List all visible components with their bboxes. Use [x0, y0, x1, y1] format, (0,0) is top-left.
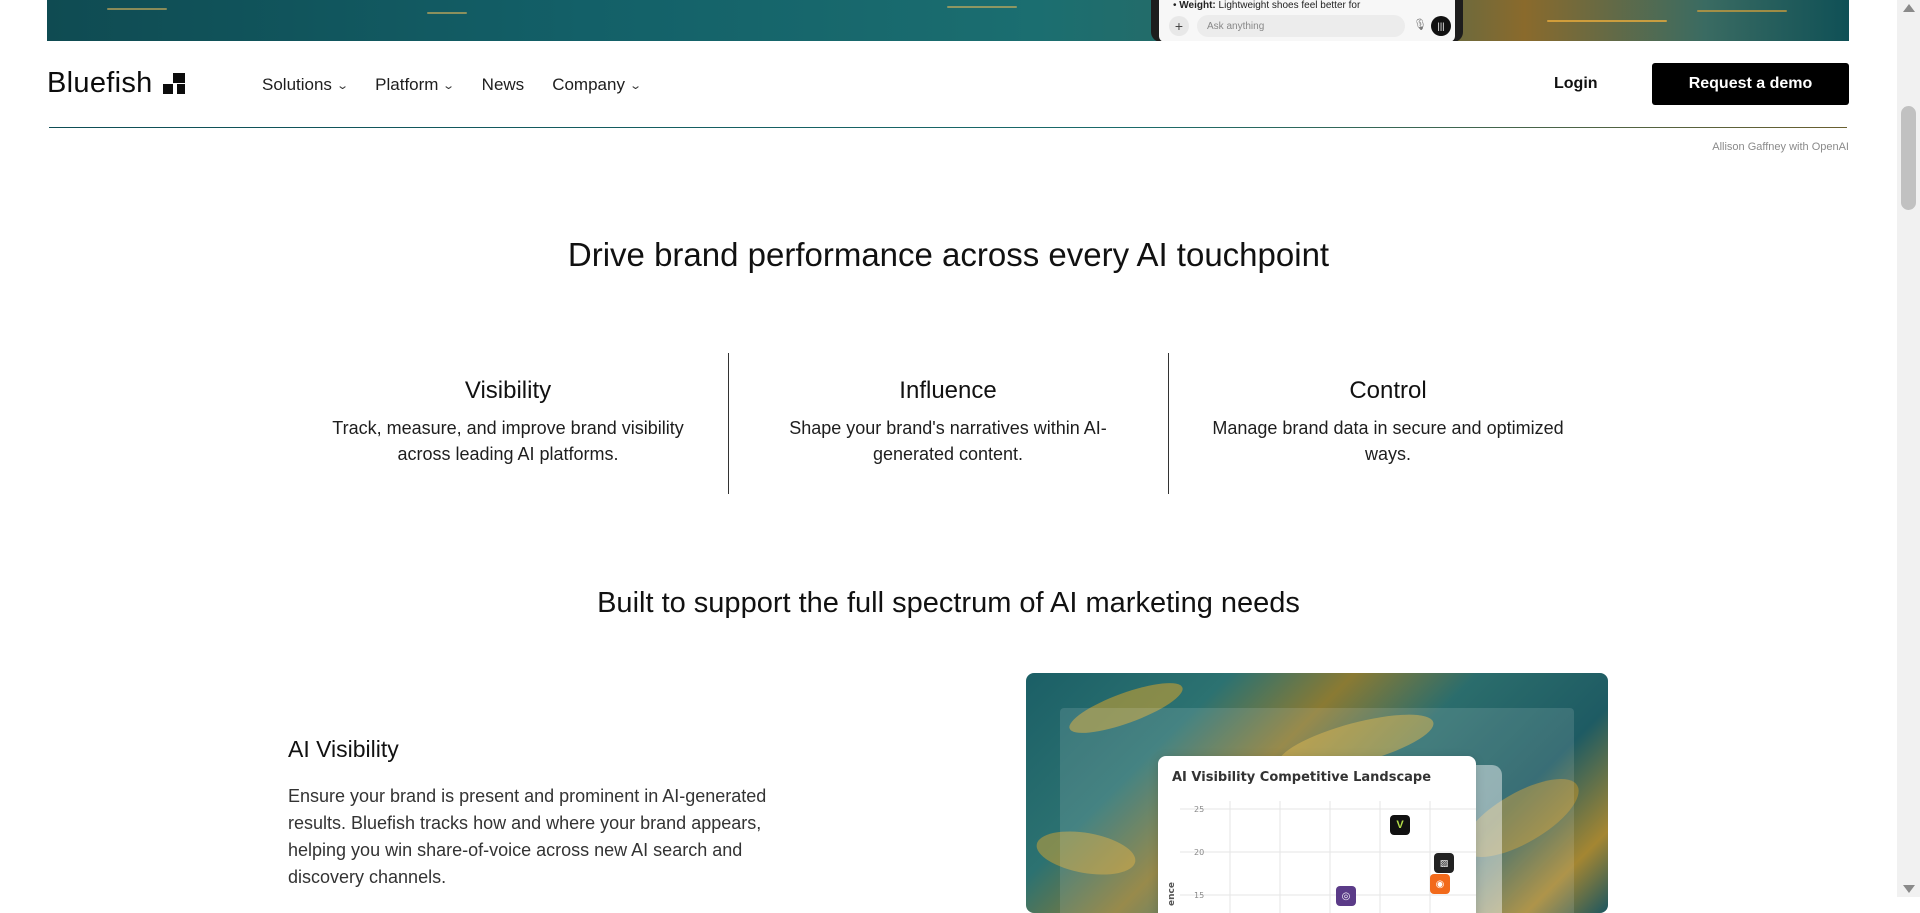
menu-company[interactable]: Company ⌄: [552, 75, 643, 95]
menu-solutions-label: Solutions: [262, 75, 332, 94]
menu-news[interactable]: News: [482, 75, 525, 95]
feature-image: AI Visibility Competitive Landscape 25 2…: [1026, 673, 1608, 913]
brand-marker-orange-icon: ◉: [1430, 874, 1450, 894]
pillar-divider: [728, 353, 729, 494]
main-menu: Solutions ⌄ Platform ⌄ News Company ⌄: [262, 75, 668, 95]
pillar-text: Track, measure, and improve brand visibi…: [332, 418, 684, 464]
feature-description: Ensure your brand is present and promine…: [288, 786, 767, 887]
request-demo-button[interactable]: Request a demo: [1652, 63, 1849, 105]
y-tick: 15: [1194, 891, 1204, 900]
menu-platform[interactable]: Platform ⌄: [375, 75, 456, 95]
pillar-visibility: Visibility Track, measure, and improve b…: [288, 353, 728, 494]
logo-mark-icon: [162, 72, 187, 95]
y-tick: 25: [1194, 805, 1204, 814]
phone-mockup: • Weight: Lightweight shoes feel better …: [1151, 0, 1463, 41]
scroll-thumb[interactable]: [1901, 106, 1916, 210]
feature-title: AI Visibility: [288, 736, 399, 762]
header-divider: [49, 127, 1847, 128]
image-credit: Allison Gaffney with OpenAI: [1712, 141, 1849, 153]
pillar-text: Manage brand data in secure and optimize…: [1212, 418, 1564, 464]
pillar-title: Visibility: [464, 377, 552, 404]
plus-icon: +: [1169, 16, 1189, 36]
menu-platform-label: Platform: [375, 75, 439, 94]
brand-marker-purple-icon: ◎: [1336, 886, 1356, 906]
pillar-control: Control Manage brand data in secure and …: [1168, 353, 1608, 494]
pillar-title: Control: [1349, 377, 1427, 404]
login-link[interactable]: Login: [1554, 75, 1598, 93]
pillars: Visibility Track, measure, and improve b…: [288, 353, 1608, 494]
menu-solutions[interactable]: Solutions ⌄: [262, 75, 349, 95]
competitive-landscape-card: AI Visibility Competitive Landscape 25 2…: [1158, 756, 1476, 913]
menu-company-label: Company: [552, 75, 625, 94]
scroll-down-arrow-icon[interactable]: [1903, 885, 1915, 893]
brand-marker-v-icon: V: [1390, 815, 1410, 835]
pillar-text: Shape your brand's narratives within AI-…: [789, 418, 1107, 464]
y-axis-label: ence: [1167, 882, 1177, 906]
scroll-up-arrow-icon[interactable]: [1903, 4, 1915, 12]
brand-marker-stripes-icon: ▨: [1434, 853, 1454, 873]
logo-text: Bluefish: [47, 67, 153, 99]
phone-snippet: • Weight: Lightweight shoes feel better …: [1173, 0, 1361, 11]
pillar-divider: [1168, 353, 1169, 494]
pillar-title: Influence: [899, 377, 997, 404]
microphone-icon: 🎙: [1413, 19, 1427, 31]
navbar: Bluefish Solutions ⌄ Platform ⌄ News Com…: [0, 41, 1897, 126]
section-title-2: Built to support the full spectrum of AI…: [597, 587, 1300, 619]
chevron-down-icon: ⌄: [442, 79, 456, 92]
pillar-influence: Influence Shape your brand's narratives …: [728, 353, 1168, 494]
section-title: Drive brand performance across every AI …: [567, 236, 1330, 273]
landscape-plot: 25 20 15 ence: [1167, 801, 1476, 913]
page-scrollbar[interactable]: [1897, 0, 1920, 897]
chevron-down-icon: ⌄: [336, 79, 349, 92]
hero-image-strip: • Weight: Lightweight shoes feel better …: [47, 0, 1849, 41]
y-tick: 20: [1194, 848, 1204, 857]
voice-mode-icon: |||: [1431, 16, 1451, 36]
ask-input: Ask anything: [1197, 15, 1405, 37]
chevron-down-icon: ⌄: [629, 79, 643, 92]
menu-news-label: News: [481, 75, 525, 94]
logo[interactable]: Bluefish: [47, 67, 187, 100]
